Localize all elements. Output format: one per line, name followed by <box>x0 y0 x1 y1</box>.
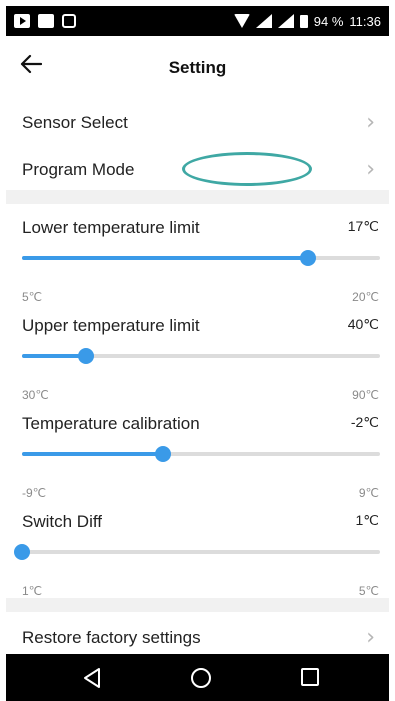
slider-thumb[interactable] <box>78 348 95 364</box>
slider-switch-diff: Switch Diff 1℃ 1℃ 5℃ <box>0 500 395 598</box>
signal-icon <box>255 14 272 28</box>
slider-thumb[interactable] <box>14 544 30 560</box>
slider-label: Switch Diff <box>22 512 102 531</box>
back-triangle-icon[interactable] <box>82 667 102 694</box>
slider-value: 1℃ <box>355 512 379 528</box>
slider-lower-temperature-limit: Lower temperature limit 17℃ 5℃ 20℃ <box>0 206 395 304</box>
slider-label: Upper temperature limit <box>22 316 200 335</box>
slider-min-label: 30℃ <box>22 388 49 402</box>
wifi-icon <box>233 14 250 28</box>
slider-fill <box>22 256 309 260</box>
slider-track[interactable] <box>22 446 380 462</box>
slider-max-label: 5℃ <box>358 584 379 598</box>
section-separator <box>6 190 389 204</box>
gallery-icon <box>38 14 54 28</box>
slider-fill <box>22 452 164 456</box>
slider-track[interactable] <box>14 544 380 560</box>
slider-max-label: 20℃ <box>352 290 379 304</box>
slider-max-label: 9℃ <box>358 486 379 500</box>
menu-item-label: Program Mode <box>22 160 135 179</box>
section-separator <box>6 598 389 612</box>
status-left <box>14 14 76 28</box>
slider-fill <box>22 354 87 358</box>
slider-min-label: 1℃ <box>22 584 43 598</box>
slider-value: 40℃ <box>347 316 379 332</box>
slider-track[interactable] <box>22 250 380 266</box>
battery-icon <box>299 14 308 28</box>
slider-upper-temperature-limit: Upper temperature limit 40℃ 30℃ 90℃ <box>0 304 395 402</box>
battery-percent: 94 % <box>313 13 344 29</box>
status-bar: 94 % 11:36 <box>6 6 389 36</box>
signal-icon <box>277 14 294 28</box>
chevron-right-icon: › <box>366 110 375 135</box>
slider-max-label: 90℃ <box>352 388 379 402</box>
slider-value: 17℃ <box>347 218 379 234</box>
recent-apps-square-icon[interactable] <box>300 667 320 692</box>
slider-track[interactable] <box>22 348 380 364</box>
slider-temperature-calibration: Temperature calibration -2℃ -9℃ 9℃ <box>0 402 395 500</box>
navigation-bar <box>6 654 389 701</box>
slider-label: Temperature calibration <box>22 414 200 433</box>
status-right: 94 % 11:36 <box>233 13 381 29</box>
menu-item-label: Restore factory settings <box>22 628 201 647</box>
home-circle-icon[interactable] <box>190 667 212 694</box>
bug-icon <box>62 14 76 28</box>
youtube-icon <box>14 14 30 28</box>
menu-item-label: Sensor Select <box>22 113 128 132</box>
slider-min-label: 5℃ <box>22 290 43 304</box>
clock: 11:36 <box>349 13 381 29</box>
menu-item-sensor-select[interactable]: Sensor Select › <box>0 100 395 146</box>
slider-thumb[interactable] <box>155 446 172 462</box>
chevron-right-icon: › <box>366 625 375 650</box>
slider-thumb[interactable] <box>300 250 317 266</box>
page-title: Setting <box>168 58 227 77</box>
highlight-ellipse <box>182 152 312 186</box>
slider-label: Lower temperature limit <box>22 218 200 237</box>
slider-min-label: -9℃ <box>22 486 47 500</box>
slider-value: -2℃ <box>350 414 379 430</box>
app-header: Setting <box>0 36 395 98</box>
chevron-right-icon: › <box>366 157 375 182</box>
